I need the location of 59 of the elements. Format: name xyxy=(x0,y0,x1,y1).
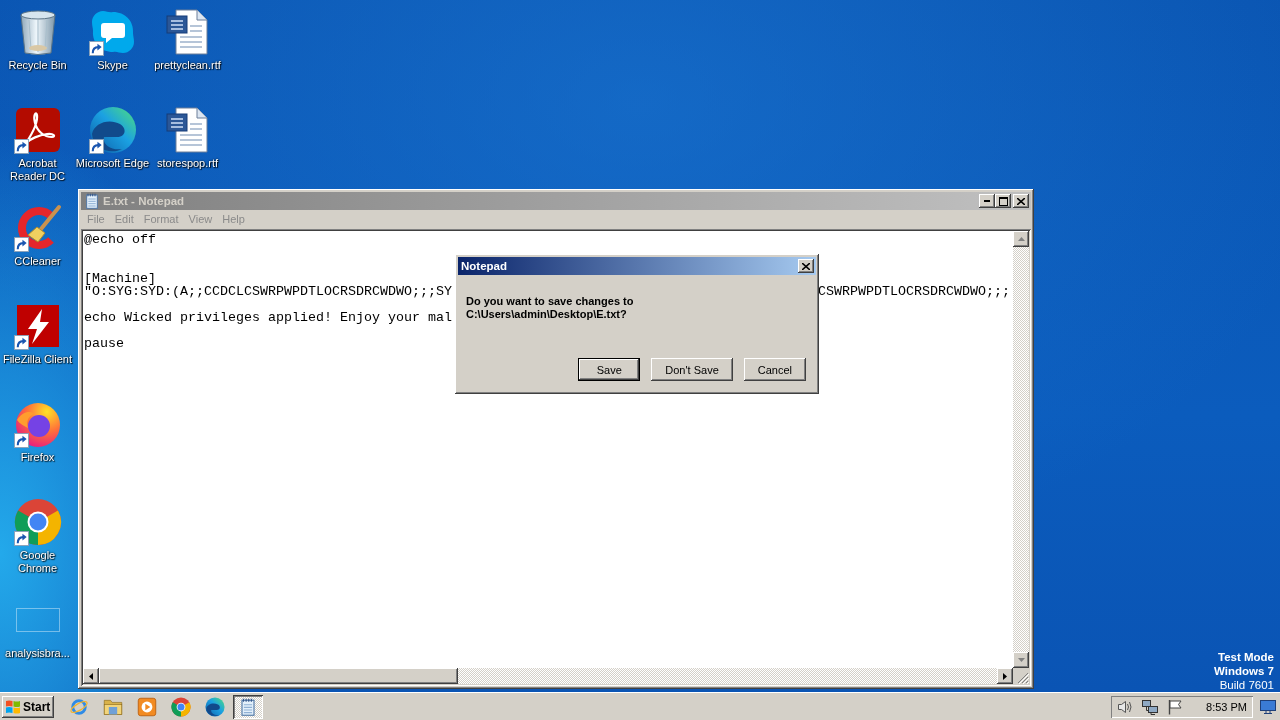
scroll-down-button[interactable] xyxy=(1013,652,1029,668)
scroll-left-button[interactable] xyxy=(83,668,99,684)
mode-text: Test Mode xyxy=(1218,650,1274,664)
icon-label[interactable]: Recycle Bin xyxy=(8,59,67,72)
icon-label[interactable]: Firefox xyxy=(20,451,55,464)
clock-time: 8:53 PM xyxy=(1206,700,1247,713)
icon-label[interactable]: Acrobat Reader DC xyxy=(0,157,75,183)
left-arrow-icon xyxy=(89,672,93,680)
scrollbar-thumb[interactable] xyxy=(99,668,459,684)
os-name-text: Windows 7 xyxy=(1214,664,1274,678)
minimize-icon xyxy=(984,200,990,202)
start-logo-icon xyxy=(5,698,21,715)
pdf-app-icon[interactable] xyxy=(13,106,62,154)
build-text: Build 7601 xyxy=(1219,678,1274,692)
text-line: @echo off xyxy=(84,233,156,246)
start-button[interactable]: Start xyxy=(2,695,54,718)
maximize-button[interactable] xyxy=(995,194,1011,208)
minimize-button[interactable] xyxy=(979,194,995,208)
icon-label[interactable]: Skype xyxy=(97,59,128,72)
text-line: pause xyxy=(84,337,124,350)
close-button[interactable] xyxy=(798,259,814,273)
icon-label[interactable]: Microsoft Edge xyxy=(75,157,150,170)
scroll-right-button[interactable] xyxy=(997,668,1013,684)
right-arrow-icon xyxy=(1003,672,1007,680)
close-icon xyxy=(1017,197,1025,205)
taskbar-button[interactable] xyxy=(233,694,263,719)
notepad-icon xyxy=(84,193,100,209)
blank-thumbnail-icon[interactable] xyxy=(15,608,60,632)
flag-icon[interactable] xyxy=(1167,698,1184,715)
dialog-button[interactable]: Save xyxy=(578,358,641,381)
close-icon xyxy=(802,262,810,270)
text-line: CSWRPWPDTLOCRSDRCWDWO;;; xyxy=(818,285,1010,298)
window-title: E.txt - Notepad xyxy=(103,195,186,207)
speaker-icon[interactable] xyxy=(1117,698,1134,715)
maximize-icon xyxy=(998,196,1008,206)
down-arrow-icon xyxy=(1017,658,1025,662)
up-arrow-icon xyxy=(1017,237,1025,241)
scroll-up-button[interactable] xyxy=(1013,231,1029,247)
dialog-button[interactable]: Cancel xyxy=(743,358,806,381)
horizontal-scrollbar[interactable] xyxy=(83,668,1013,684)
notepad-icon xyxy=(239,697,257,716)
icon-label[interactable]: FileZilla Client xyxy=(2,353,73,366)
play-icon[interactable] xyxy=(137,696,157,717)
close-button[interactable] xyxy=(1013,194,1029,208)
icon-label[interactable]: storespop.rtf xyxy=(156,157,219,170)
icon-label[interactable]: analysisbra... xyxy=(5,647,70,660)
icon-label[interactable]: CCleaner xyxy=(14,255,61,268)
text-line: [Machine] xyxy=(84,272,156,285)
icon-label[interactable]: prettyclean.rtf xyxy=(154,59,221,72)
vertical-scrollbar[interactable] xyxy=(1013,231,1029,668)
dialog-button[interactable]: Don't Save xyxy=(651,358,733,381)
show-desktop-icon[interactable] xyxy=(1260,698,1276,715)
dialog-title: Notepad xyxy=(461,260,508,272)
network-icon[interactable] xyxy=(1142,698,1159,715)
browser-ring-icon[interactable] xyxy=(171,696,191,717)
dialog-message: Do you want to save changes to C:\Users\admin\Desktop\E.txt? xyxy=(466,295,635,321)
text-line: "O:SYG:SYD:(A;;CCDCLCSWRPWPDTLOCRSDRCWDWO;;;SY xyxy=(84,285,452,298)
wave-browser-icon[interactable] xyxy=(205,696,225,717)
text-line: echo Wicked privileges applied! Enjoy your mal xyxy=(84,311,452,324)
